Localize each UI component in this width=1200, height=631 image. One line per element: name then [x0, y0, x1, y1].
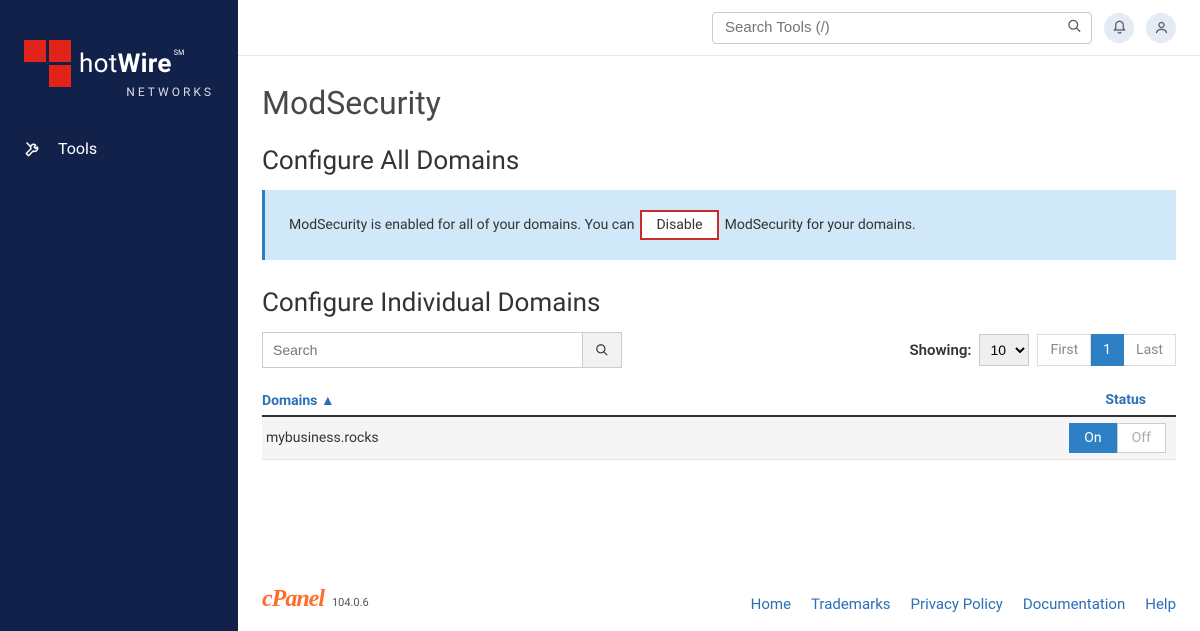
footer-link-home[interactable]: Home [751, 595, 791, 613]
tools-icon [24, 140, 42, 158]
info-text-post: ModSecurity for your domains. [725, 217, 916, 233]
user-button[interactable] [1146, 13, 1176, 43]
domain-search-input[interactable] [262, 332, 582, 368]
cpanel-version: 104.0.6 [332, 596, 369, 609]
sidebar-item-tools[interactable]: Tools [0, 129, 238, 168]
notifications-button[interactable] [1104, 13, 1134, 43]
sidebar-item-label: Tools [58, 139, 97, 158]
configure-all-heading: Configure All Domains [262, 146, 1176, 176]
sidebar: hotWireSM NETWORKS Tools [0, 0, 238, 631]
footer-link-docs[interactable]: Documentation [1023, 595, 1125, 613]
search-icon [595, 343, 609, 357]
footer-link-trademarks[interactable]: Trademarks [811, 595, 891, 613]
domains-table: Domains ▲ Status mybusiness.rocks On Off [262, 392, 1176, 460]
pager-page-1[interactable]: 1 [1091, 334, 1124, 366]
footer-link-privacy[interactable]: Privacy Policy [911, 595, 1003, 613]
configure-individual-heading: Configure Individual Domains [262, 288, 1176, 318]
page-size-select[interactable]: 10 [979, 334, 1029, 366]
disable-button[interactable]: Disable [640, 210, 718, 240]
search-input[interactable] [712, 12, 1092, 44]
page-title: ModSecurity [262, 84, 1176, 122]
domain-name: mybusiness.rocks [266, 430, 379, 446]
brand-name-bold: Wire [118, 49, 172, 79]
domain-search-button[interactable] [582, 332, 622, 368]
toggle-on[interactable]: On [1069, 423, 1116, 453]
table-row: mybusiness.rocks On Off [262, 417, 1176, 460]
bell-icon [1112, 20, 1127, 35]
logo-icon [24, 40, 71, 87]
content: ModSecurity Configure All Domains ModSec… [238, 56, 1200, 576]
showing-label: Showing: [909, 341, 971, 359]
footer-link-help[interactable]: Help [1145, 595, 1176, 613]
col-domains-header[interactable]: Domains ▲ [262, 392, 335, 409]
brand-logo: hotWireSM NETWORKS [0, 28, 238, 129]
brand-name-prefix: hot [79, 49, 118, 79]
pager-last[interactable]: Last [1124, 334, 1176, 366]
cpanel-logo: cPanel [262, 586, 324, 613]
status-toggle: On Off [1069, 423, 1166, 453]
info-alert: ModSecurity is enabled for all of your d… [262, 190, 1176, 260]
header [238, 0, 1200, 56]
brand-subtext: NETWORKS [77, 85, 214, 99]
toggle-off[interactable]: Off [1117, 423, 1166, 453]
user-icon [1154, 20, 1169, 35]
col-status-header[interactable]: Status [1105, 392, 1146, 409]
brand-sm-mark: SM [174, 49, 185, 57]
info-text-pre: ModSecurity is enabled for all of your d… [289, 217, 634, 233]
pager-first[interactable]: First [1037, 334, 1091, 366]
footer: cPanel 104.0.6 Home Trademarks Privacy P… [238, 576, 1200, 631]
